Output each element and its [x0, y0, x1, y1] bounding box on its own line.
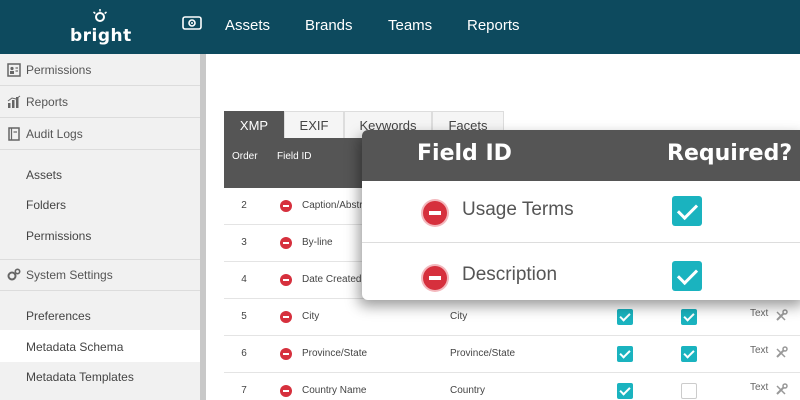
- zoom-header: Field ID Required?: [362, 130, 800, 181]
- sidebar-item-preferences[interactable]: Preferences: [26, 309, 91, 323]
- row-checkbox-1[interactable]: [617, 383, 633, 399]
- zoomed-detail-panel: Field ID Required? Usage Terms Descripti…: [362, 130, 800, 300]
- sidebar-item-audit-permissions[interactable]: Permissions: [26, 229, 91, 243]
- column-header-field-id[interactable]: Field ID: [277, 151, 311, 162]
- sidebar-item-label: Reports: [26, 94, 69, 109]
- sidebar-item-folders[interactable]: Folders: [26, 198, 66, 212]
- sidebar-item-permissions[interactable]: Permissions: [0, 54, 200, 86]
- row-order: 2: [241, 200, 247, 211]
- remove-icon[interactable]: [280, 348, 292, 360]
- zoom-header-field-id: Field ID: [417, 141, 512, 166]
- zoom-row: Usage Terms: [362, 181, 800, 243]
- gears-icon: [7, 268, 21, 281]
- wrench-icon[interactable]: [774, 309, 788, 323]
- sidebar-item-reports[interactable]: Reports: [0, 86, 200, 118]
- column-header-order[interactable]: Order: [232, 151, 258, 162]
- row-checkbox-2[interactable]: [681, 383, 697, 399]
- sun-logo-icon: [93, 9, 107, 22]
- wrench-icon[interactable]: [774, 346, 788, 360]
- row-field-id: Province/State: [302, 348, 368, 359]
- row-order: 4: [241, 274, 247, 285]
- zoom-header-required: Required?: [667, 141, 793, 166]
- bright-logo[interactable]: bright: [70, 9, 132, 47]
- remove-icon[interactable]: [280, 385, 292, 397]
- table-row: 5 City City Text: [224, 299, 800, 336]
- required-checkbox[interactable]: [672, 196, 702, 226]
- nav-teams[interactable]: Teams: [388, 17, 432, 34]
- sidebar-item-label: Audit Logs: [26, 126, 83, 141]
- row-label: Country: [450, 385, 486, 396]
- row-label: Province/State: [450, 348, 516, 359]
- row-checkbox-2[interactable]: [681, 309, 697, 325]
- row-checkbox-1[interactable]: [617, 309, 633, 325]
- remove-icon[interactable]: [280, 200, 292, 212]
- top-navigation-bar: bright Assets Brands Teams Reports: [0, 0, 800, 54]
- remove-icon[interactable]: [423, 201, 447, 225]
- nav-brands[interactable]: Brands: [305, 17, 353, 34]
- row-order: 7: [241, 385, 247, 396]
- nav-reports[interactable]: Reports: [467, 17, 520, 34]
- row-type: Text: [750, 345, 769, 356]
- row-field-id: Country Name: [302, 385, 367, 396]
- wrench-icon[interactable]: [774, 383, 788, 397]
- zoom-field-id: Usage Terms: [462, 199, 574, 220]
- sidebar-item-label: Permissions: [26, 62, 92, 77]
- eye-icon[interactable]: [182, 15, 202, 31]
- sidebar-item-metadata-schema[interactable]: Metadata Schema: [26, 340, 123, 354]
- zoom-field-id: Description: [462, 264, 558, 285]
- zoom-row: Description: [362, 246, 800, 300]
- bar-chart-icon: [7, 95, 21, 108]
- row-order: 3: [241, 237, 247, 248]
- sidebar-item-audit-logs[interactable]: Audit Logs: [0, 118, 200, 150]
- sidebar-item-label: System Settings: [26, 268, 113, 282]
- row-field-id: By-line: [302, 237, 333, 248]
- tab-xmp[interactable]: XMP: [224, 111, 284, 138]
- row-order: 6: [241, 348, 247, 359]
- id-card-icon: [7, 62, 21, 77]
- table-row: 6 Province/State Province/State Text: [224, 336, 800, 373]
- row-type: Text: [750, 382, 769, 393]
- remove-icon[interactable]: [280, 311, 292, 323]
- row-checkbox-1[interactable]: [617, 346, 633, 362]
- log-book-icon: [8, 126, 20, 141]
- table-row: 7 Country Name Country Text: [224, 373, 800, 400]
- sidebar-scrollbar[interactable]: [200, 54, 206, 400]
- row-checkbox-2[interactable]: [681, 346, 697, 362]
- required-checkbox[interactable]: [672, 261, 702, 291]
- remove-icon[interactable]: [423, 266, 447, 290]
- row-type: Text: [750, 308, 769, 319]
- remove-icon[interactable]: [280, 274, 292, 286]
- remove-icon[interactable]: [280, 237, 292, 249]
- row-label: City: [450, 311, 468, 322]
- sidebar-item-assets[interactable]: Assets: [26, 168, 62, 182]
- row-field-id: Date Created: [302, 274, 362, 285]
- nav-assets[interactable]: Assets: [225, 17, 270, 34]
- sidebar-item-metadata-templates[interactable]: Metadata Templates: [26, 370, 134, 384]
- row-field-id: Caption/Abstr: [302, 200, 363, 211]
- row-field-id: City: [302, 311, 320, 322]
- row-order: 5: [241, 311, 247, 322]
- brand-name: bright: [70, 26, 132, 46]
- sidebar-item-system-settings[interactable]: System Settings: [0, 259, 200, 291]
- tab-exif[interactable]: EXIF: [284, 111, 344, 138]
